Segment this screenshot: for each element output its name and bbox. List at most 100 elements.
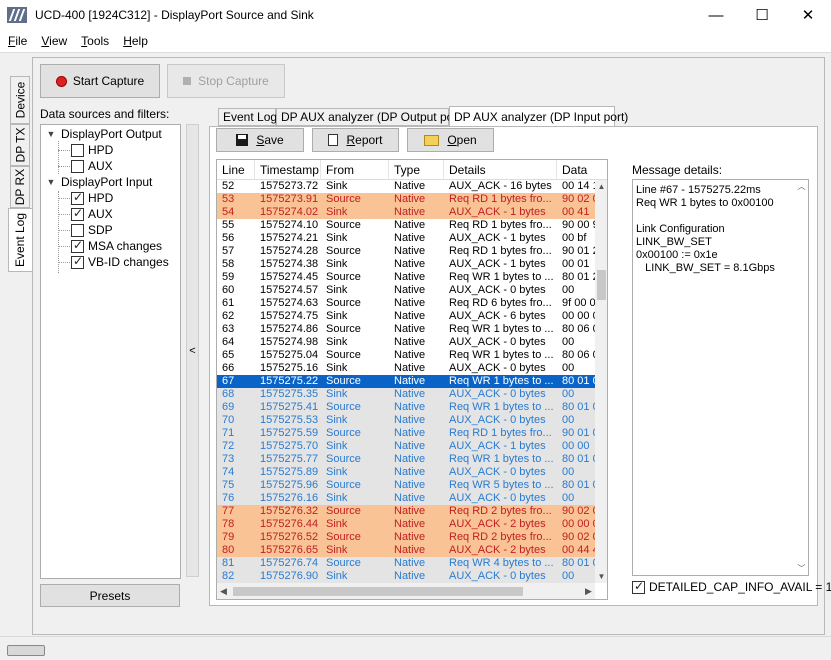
table-cell: Native: [394, 544, 426, 556]
chevron-down-icon[interactable]: ▼: [45, 129, 57, 139]
table-row[interactable]: 62 1575274.75 Sink Native AUX_ACK - 6 bytes 0…: [217, 310, 595, 323]
table-row[interactable]: 79 1575276.52 Source Native Req RD 2 bytes f…: [217, 531, 595, 544]
scroll-thumb[interactable]: [597, 270, 606, 300]
table-row[interactable]: 82 1575276.90 Sink Native AUX_ACK - 0 bytes 0…: [217, 570, 595, 583]
table-cell: 00 bf: [562, 232, 587, 244]
checkbox[interactable]: [632, 579, 645, 594]
scroll-down-icon[interactable]: ▼: [595, 570, 607, 583]
start-capture-button[interactable]: Start Capture: [40, 64, 160, 98]
filter-output-hpd[interactable]: HPD: [71, 142, 113, 158]
table-vertical-scrollbar[interactable]: ▲ ▼: [595, 180, 607, 583]
tree-group-dp-output[interactable]: ▼ DisplayPort Output: [45, 126, 162, 142]
table-row[interactable]: 58 1575274.38 Sink Native AUX_ACK - 1 bytes 0…: [217, 258, 595, 271]
table-cell: Sink: [326, 310, 348, 322]
checkbox[interactable]: [71, 254, 84, 269]
table-row[interactable]: 66 1575275.16 Sink Native AUX_ACK - 0 bytes 0…: [217, 362, 595, 375]
table-cell: Sink: [326, 518, 348, 530]
table-row[interactable]: 56 1575274.21 Sink Native AUX_ACK - 1 bytes 0…: [217, 232, 595, 245]
tree-group-dp-input[interactable]: ▼ DisplayPort Input: [45, 174, 153, 190]
menu-tools[interactable]: Tools: [81, 34, 109, 48]
horizontal-scroll-thumb[interactable]: [233, 587, 523, 596]
column-header-timestamp[interactable]: Timestamp: [255, 160, 321, 180]
table-row[interactable]: 60 1575274.57 Sink Native AUX_ACK - 0 bytes 0…: [217, 284, 595, 297]
menu-view[interactable]: View: [41, 34, 67, 48]
filters-heading: Data sources and filters:: [40, 107, 170, 121]
filter-input-msa-changes[interactable]: MSA changes: [71, 238, 162, 254]
save-button[interactable]: Save: [216, 128, 304, 152]
panel-collapse-splitter[interactable]: <: [186, 124, 199, 577]
table-row[interactable]: 52 1575273.72 Sink Native AUX_ACK - 16 bytes…: [217, 180, 595, 193]
column-header-from[interactable]: From: [321, 160, 389, 180]
table-row[interactable]: 70 1575275.53 Sink Native AUX_ACK - 0 bytes 0…: [217, 414, 595, 427]
table-row[interactable]: 65 1575275.04 Source Native Req WR 1 bytes t…: [217, 349, 595, 362]
menu-help[interactable]: Help: [123, 34, 148, 48]
checkbox[interactable]: [71, 190, 84, 205]
table-row[interactable]: 76 1575276.16 Sink Native AUX_ACK - 0 bytes 0…: [217, 492, 595, 505]
maximize-button[interactable]: ☐: [739, 0, 785, 30]
scroll-left-icon[interactable]: ◀: [217, 583, 230, 599]
checkbox[interactable]: [71, 223, 84, 237]
minimize-button[interactable]: —: [693, 0, 739, 30]
tab-dp-rx[interactable]: DP RX: [10, 166, 30, 208]
filter-input-sdp[interactable]: SDP: [71, 222, 113, 238]
table-row[interactable]: 64 1575274.98 Sink Native AUX_ACK - 0 bytes 0…: [217, 336, 595, 349]
table-row[interactable]: 54 1575274.02 Sink Native AUX_ACK - 1 bytes 0…: [217, 206, 595, 219]
table-row[interactable]: 77 1575276.32 Source Native Req RD 2 bytes f…: [217, 505, 595, 518]
filter-input-hpd[interactable]: HPD: [71, 190, 113, 206]
stop-capture-button[interactable]: Stop Capture: [167, 64, 285, 98]
scroll-up-icon[interactable]: ︿: [795, 180, 808, 193]
table-row[interactable]: 68 1575275.35 Sink Native AUX_ACK - 0 bytes 0…: [217, 388, 595, 401]
menu-file[interactable]: File: [8, 34, 27, 48]
table-row[interactable]: 75 1575275.96 Source Native Req WR 5 bytes t…: [217, 479, 595, 492]
column-header-type[interactable]: Type: [389, 160, 444, 180]
tab-event-log[interactable]: Event Log: [8, 208, 32, 272]
table-row[interactable]: 53 1575273.91 Source Native Req RD 1 bytes f…: [217, 193, 595, 206]
collapse-left-icon[interactable]: <: [189, 345, 195, 357]
details-scrollbar[interactable]: ︿ ﹀: [795, 180, 808, 575]
table-horizontal-scrollbar[interactable]: ◀ ▶: [217, 583, 595, 599]
open-button[interactable]: Open: [407, 128, 494, 152]
table-cell: 58: [222, 258, 235, 270]
filter-output-aux[interactable]: AUX: [71, 158, 113, 174]
table-row[interactable]: 81 1575276.74 Source Native Req WR 4 bytes t…: [217, 557, 595, 570]
column-header-details[interactable]: Details: [444, 160, 557, 180]
scroll-up-icon[interactable]: ▲: [595, 180, 607, 193]
checkbox[interactable]: [71, 206, 84, 221]
checkbox[interactable]: [71, 159, 84, 173]
table-row[interactable]: 63 1575274.86 Source Native Req WR 1 bytes t…: [217, 323, 595, 336]
table-row[interactable]: 55 1575274.10 Source Native Req RD 1 bytes f…: [217, 219, 595, 232]
table-row[interactable]: 57 1575274.28 Source Native Req RD 1 bytes f…: [217, 245, 595, 258]
checkbox[interactable]: [71, 143, 84, 157]
table-row[interactable]: 61 1575274.63 Source Native Req RD 6 bytes f…: [217, 297, 595, 310]
table-row[interactable]: 67 1575275.22 Source Native Req WR 1 bytes t…: [217, 375, 595, 388]
aux-log-table[interactable]: Line Timestamp From Type Details Data 52…: [216, 159, 608, 600]
table-row[interactable]: 73 1575275.77 Source Native Req WR 1 bytes t…: [217, 453, 595, 466]
tab-aux-input[interactable]: DP AUX analyzer (DP Input port): [449, 106, 628, 127]
table-row[interactable]: 72 1575275.70 Sink Native AUX_ACK - 1 bytes 0…: [217, 440, 595, 453]
table-row[interactable]: 59 1575274.45 Source Native Req WR 1 bytes t…: [217, 271, 595, 284]
table-cell: AUX_ACK - 0 bytes: [449, 336, 546, 348]
scroll-down-icon[interactable]: ﹀: [795, 562, 808, 575]
checkbox[interactable]: [71, 238, 84, 253]
close-button[interactable]: ✕: [785, 0, 831, 30]
tab-dp-tx[interactable]: DP TX: [10, 124, 30, 166]
chevron-down-icon[interactable]: ▼: [45, 177, 57, 187]
detailed-cap-info-checkbox-row[interactable]: DETAILED_CAP_INFO_AVAIL = 1: [632, 579, 831, 595]
table-row[interactable]: 71 1575275.59 Source Native Req RD 1 bytes f…: [217, 427, 595, 440]
tab-aux-output[interactable]: DP AUX analyzer (DP Output port): [276, 108, 465, 126]
tab-device[interactable]: Device: [10, 76, 30, 124]
report-button[interactable]: Report: [312, 128, 399, 152]
table-row[interactable]: 69 1575275.41 Source Native Req WR 1 bytes t…: [217, 401, 595, 414]
scroll-right-icon[interactable]: ▶: [582, 583, 595, 599]
presets-button[interactable]: Presets: [40, 584, 180, 607]
column-header-data[interactable]: Data: [557, 160, 607, 180]
table-row[interactable]: 74 1575275.89 Sink Native AUX_ACK - 0 bytes 0…: [217, 466, 595, 479]
tab-event-log-view[interactable]: Event Log: [218, 108, 277, 126]
filter-input-aux[interactable]: AUX: [71, 206, 113, 222]
column-header-line[interactable]: Line: [217, 160, 255, 180]
table-cell: Req RD 1 bytes fro...: [449, 193, 552, 205]
table-row[interactable]: 80 1575276.65 Sink Native AUX_ACK - 2 bytes 0…: [217, 544, 595, 557]
message-details-text[interactable]: Line #67 - 1575275.22ms Req WR 1 bytes t…: [632, 179, 809, 576]
table-row[interactable]: 78 1575276.44 Sink Native AUX_ACK - 2 bytes 0…: [217, 518, 595, 531]
filter-input-vbid-changes[interactable]: VB-ID changes: [71, 254, 169, 270]
